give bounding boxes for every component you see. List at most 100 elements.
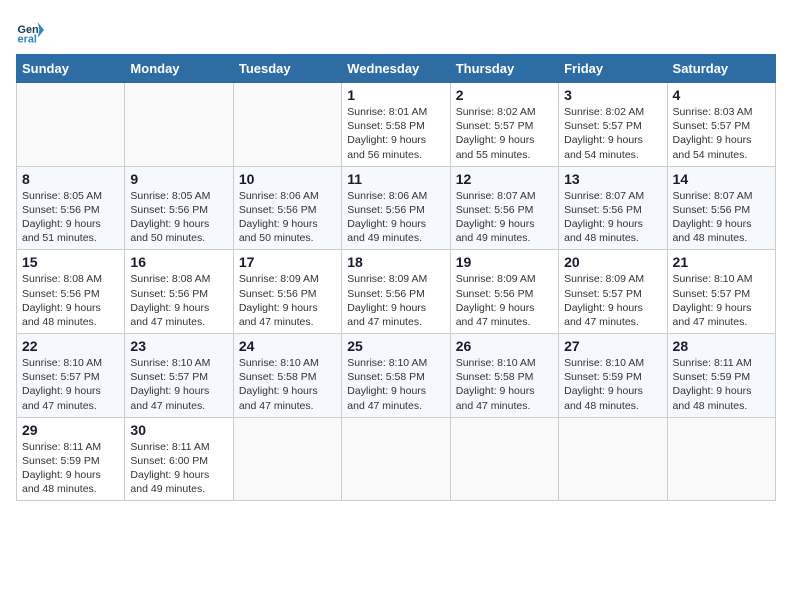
calendar-cell: 29 Sunrise: 8:11 AMSunset: 5:59 PMDaylig… xyxy=(17,417,125,501)
header-cell-sunday: Sunday xyxy=(17,55,125,83)
header-cell-friday: Friday xyxy=(559,55,667,83)
calendar-table: SundayMondayTuesdayWednesdayThursdayFrid… xyxy=(16,54,776,501)
calendar-cell: 26 Sunrise: 8:10 AMSunset: 5:58 PMDaylig… xyxy=(450,334,558,418)
day-detail: Sunrise: 8:09 AMSunset: 5:57 PMDaylight:… xyxy=(564,273,644,328)
day-number: 1 xyxy=(347,87,444,103)
calendar-cell: 13 Sunrise: 8:07 AMSunset: 5:56 PMDaylig… xyxy=(559,166,667,250)
calendar-cell: 28 Sunrise: 8:11 AMSunset: 5:59 PMDaylig… xyxy=(667,334,775,418)
day-detail: Sunrise: 8:03 AMSunset: 5:57 PMDaylight:… xyxy=(673,106,753,161)
calendar-cell: 3 Sunrise: 8:02 AMSunset: 5:57 PMDayligh… xyxy=(559,83,667,167)
day-number: 15 xyxy=(22,254,119,270)
day-detail: Sunrise: 8:06 AMSunset: 5:56 PMDaylight:… xyxy=(347,190,427,245)
day-number: 12 xyxy=(456,171,553,187)
day-number: 19 xyxy=(456,254,553,270)
week-row-2: 8 Sunrise: 8:05 AMSunset: 5:56 PMDayligh… xyxy=(17,166,776,250)
day-detail: Sunrise: 8:06 AMSunset: 5:56 PMDaylight:… xyxy=(239,190,319,245)
week-row-1: 1 Sunrise: 8:01 AMSunset: 5:58 PMDayligh… xyxy=(17,83,776,167)
day-number: 30 xyxy=(130,422,227,438)
calendar-cell xyxy=(342,417,450,501)
day-number: 20 xyxy=(564,254,661,270)
calendar-cell: 27 Sunrise: 8:10 AMSunset: 5:59 PMDaylig… xyxy=(559,334,667,418)
header-cell-tuesday: Tuesday xyxy=(233,55,341,83)
day-detail: Sunrise: 8:08 AMSunset: 5:56 PMDaylight:… xyxy=(22,273,102,328)
calendar-cell: 9 Sunrise: 8:05 AMSunset: 5:56 PMDayligh… xyxy=(125,166,233,250)
day-number: 14 xyxy=(673,171,770,187)
day-number: 23 xyxy=(130,338,227,354)
day-number: 21 xyxy=(673,254,770,270)
calendar-cell xyxy=(233,417,341,501)
header-cell-saturday: Saturday xyxy=(667,55,775,83)
day-detail: Sunrise: 8:02 AMSunset: 5:57 PMDaylight:… xyxy=(564,106,644,161)
day-detail: Sunrise: 8:08 AMSunset: 5:56 PMDaylight:… xyxy=(130,273,210,328)
header-cell-thursday: Thursday xyxy=(450,55,558,83)
calendar-cell: 16 Sunrise: 8:08 AMSunset: 5:56 PMDaylig… xyxy=(125,250,233,334)
day-number: 18 xyxy=(347,254,444,270)
svg-text:eral: eral xyxy=(18,33,37,44)
calendar-cell: 17 Sunrise: 8:09 AMSunset: 5:56 PMDaylig… xyxy=(233,250,341,334)
day-detail: Sunrise: 8:10 AMSunset: 5:58 PMDaylight:… xyxy=(239,357,319,412)
day-number: 26 xyxy=(456,338,553,354)
day-number: 2 xyxy=(456,87,553,103)
day-detail: Sunrise: 8:10 AMSunset: 5:57 PMDaylight:… xyxy=(22,357,102,412)
calendar-cell: 20 Sunrise: 8:09 AMSunset: 5:57 PMDaylig… xyxy=(559,250,667,334)
header-cell-wednesday: Wednesday xyxy=(342,55,450,83)
calendar-cell: 2 Sunrise: 8:02 AMSunset: 5:57 PMDayligh… xyxy=(450,83,558,167)
calendar-cell: 30 Sunrise: 8:11 AMSunset: 6:00 PMDaylig… xyxy=(125,417,233,501)
header-cell-monday: Monday xyxy=(125,55,233,83)
week-row-3: 15 Sunrise: 8:08 AMSunset: 5:56 PMDaylig… xyxy=(17,250,776,334)
calendar-cell: 1 Sunrise: 8:01 AMSunset: 5:58 PMDayligh… xyxy=(342,83,450,167)
day-detail: Sunrise: 8:10 AMSunset: 5:57 PMDaylight:… xyxy=(130,357,210,412)
day-detail: Sunrise: 8:09 AMSunset: 5:56 PMDaylight:… xyxy=(239,273,319,328)
day-detail: Sunrise: 8:02 AMSunset: 5:57 PMDaylight:… xyxy=(456,106,536,161)
calendar-cell: 14 Sunrise: 8:07 AMSunset: 5:56 PMDaylig… xyxy=(667,166,775,250)
day-detail: Sunrise: 8:05 AMSunset: 5:56 PMDaylight:… xyxy=(130,190,210,245)
day-detail: Sunrise: 8:09 AMSunset: 5:56 PMDaylight:… xyxy=(347,273,427,328)
calendar-cell xyxy=(125,83,233,167)
calendar-cell xyxy=(17,83,125,167)
calendar-cell xyxy=(667,417,775,501)
day-number: 28 xyxy=(673,338,770,354)
day-number: 3 xyxy=(564,87,661,103)
day-number: 22 xyxy=(22,338,119,354)
day-detail: Sunrise: 8:07 AMSunset: 5:56 PMDaylight:… xyxy=(564,190,644,245)
day-number: 9 xyxy=(130,171,227,187)
calendar-cell: 25 Sunrise: 8:10 AMSunset: 5:58 PMDaylig… xyxy=(342,334,450,418)
day-number: 11 xyxy=(347,171,444,187)
week-row-5: 29 Sunrise: 8:11 AMSunset: 5:59 PMDaylig… xyxy=(17,417,776,501)
calendar-cell: 21 Sunrise: 8:10 AMSunset: 5:57 PMDaylig… xyxy=(667,250,775,334)
day-number: 29 xyxy=(22,422,119,438)
calendar-cell: 22 Sunrise: 8:10 AMSunset: 5:57 PMDaylig… xyxy=(17,334,125,418)
day-number: 16 xyxy=(130,254,227,270)
day-detail: Sunrise: 8:07 AMSunset: 5:56 PMDaylight:… xyxy=(456,190,536,245)
day-number: 8 xyxy=(22,171,119,187)
day-number: 24 xyxy=(239,338,336,354)
calendar-cell xyxy=(559,417,667,501)
day-detail: Sunrise: 8:11 AMSunset: 6:00 PMDaylight:… xyxy=(130,441,209,496)
day-number: 27 xyxy=(564,338,661,354)
day-detail: Sunrise: 8:10 AMSunset: 5:58 PMDaylight:… xyxy=(347,357,427,412)
day-detail: Sunrise: 8:09 AMSunset: 5:56 PMDaylight:… xyxy=(456,273,536,328)
calendar-cell xyxy=(450,417,558,501)
day-number: 25 xyxy=(347,338,444,354)
header-row: SundayMondayTuesdayWednesdayThursdayFrid… xyxy=(17,55,776,83)
logo-icon: Gen eral xyxy=(16,16,44,44)
calendar-cell: 18 Sunrise: 8:09 AMSunset: 5:56 PMDaylig… xyxy=(342,250,450,334)
calendar-cell: 12 Sunrise: 8:07 AMSunset: 5:56 PMDaylig… xyxy=(450,166,558,250)
day-detail: Sunrise: 8:11 AMSunset: 5:59 PMDaylight:… xyxy=(673,357,752,412)
day-detail: Sunrise: 8:05 AMSunset: 5:56 PMDaylight:… xyxy=(22,190,102,245)
calendar-cell: 24 Sunrise: 8:10 AMSunset: 5:58 PMDaylig… xyxy=(233,334,341,418)
calendar-cell xyxy=(233,83,341,167)
week-row-4: 22 Sunrise: 8:10 AMSunset: 5:57 PMDaylig… xyxy=(17,334,776,418)
logo: Gen eral xyxy=(16,16,48,44)
calendar-cell: 4 Sunrise: 8:03 AMSunset: 5:57 PMDayligh… xyxy=(667,83,775,167)
day-number: 13 xyxy=(564,171,661,187)
day-detail: Sunrise: 8:01 AMSunset: 5:58 PMDaylight:… xyxy=(347,106,427,161)
calendar-cell: 19 Sunrise: 8:09 AMSunset: 5:56 PMDaylig… xyxy=(450,250,558,334)
calendar-cell: 10 Sunrise: 8:06 AMSunset: 5:56 PMDaylig… xyxy=(233,166,341,250)
header: Gen eral xyxy=(16,16,776,44)
calendar-cell: 11 Sunrise: 8:06 AMSunset: 5:56 PMDaylig… xyxy=(342,166,450,250)
day-detail: Sunrise: 8:07 AMSunset: 5:56 PMDaylight:… xyxy=(673,190,753,245)
calendar-cell: 15 Sunrise: 8:08 AMSunset: 5:56 PMDaylig… xyxy=(17,250,125,334)
day-detail: Sunrise: 8:10 AMSunset: 5:59 PMDaylight:… xyxy=(564,357,644,412)
calendar-cell: 8 Sunrise: 8:05 AMSunset: 5:56 PMDayligh… xyxy=(17,166,125,250)
